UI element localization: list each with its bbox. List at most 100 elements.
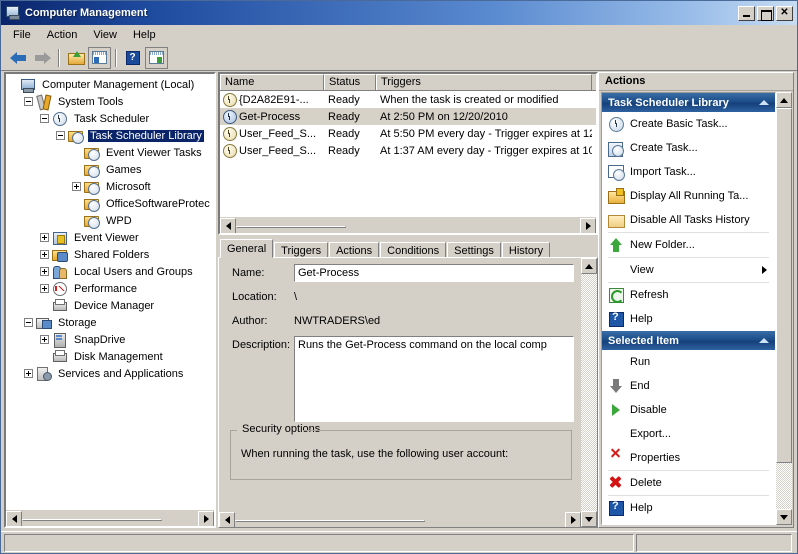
- task-list-scroll-left-button[interactable]: [220, 217, 236, 233]
- table-row[interactable]: User_Feed_S... Ready At 5:50 PM every day …: [220, 125, 596, 142]
- action-item-export[interactable]: Export...: [602, 422, 775, 446]
- action-item-refresh[interactable]: Refresh: [602, 283, 775, 307]
- actions-section-header-selected-item[interactable]: Selected Item: [602, 331, 775, 350]
- menu-view[interactable]: View: [85, 27, 125, 43]
- action-item-disable-all-tasks-history[interactable]: Disable All Tasks History: [602, 208, 775, 232]
- tree-item-disk-management[interactable]: Disk Management: [6, 348, 214, 365]
- tree-item-services-and-applications[interactable]: Services and Applications: [6, 365, 214, 382]
- tree-item-shared-folders[interactable]: Shared Folders: [6, 246, 214, 263]
- chevron-up-icon[interactable]: [759, 100, 769, 105]
- actions-scroll-down-button[interactable]: [776, 509, 792, 525]
- chevron-up-icon[interactable]: [759, 338, 769, 343]
- action-item-run[interactable]: Run: [602, 350, 775, 374]
- tree-item-performance[interactable]: Performance: [6, 280, 214, 297]
- detail-horizontal-scrollbar[interactable]: [219, 511, 581, 527]
- security-options-title: Security options: [239, 423, 324, 435]
- close-button[interactable]: ✕: [776, 5, 793, 21]
- description-field[interactable]: Runs the Get-Process command on the loca…: [294, 336, 574, 422]
- forward-button[interactable]: [31, 47, 54, 69]
- tree-item-snapdrive[interactable]: SnapDrive: [6, 331, 214, 348]
- menu-action[interactable]: Action: [39, 27, 86, 43]
- tree-horizontal-scrollbar[interactable]: [6, 510, 214, 526]
- expand-plus-icon[interactable]: [40, 335, 49, 344]
- console-tree[interactable]: Computer Management (Local) System Tools T…: [6, 74, 214, 510]
- action-item-end[interactable]: End: [602, 374, 775, 398]
- column-header-name[interactable]: Name: [220, 74, 324, 90]
- task-list-scroll-right-button[interactable]: [580, 217, 596, 233]
- expand-plus-icon[interactable]: [72, 182, 81, 191]
- tree-item-device-manager[interactable]: Device Manager: [6, 297, 214, 314]
- detail-scroll-down-button[interactable]: [581, 511, 597, 527]
- actions-scroll-up-button[interactable]: [776, 92, 792, 108]
- back-button[interactable]: [7, 47, 30, 69]
- action-item-view[interactable]: View: [602, 258, 775, 282]
- action-item-create-task[interactable]: Create Task...: [602, 136, 775, 160]
- minimize-button[interactable]: [738, 5, 755, 21]
- action-item-help[interactable]: Help: [602, 496, 775, 520]
- expand-plus-icon[interactable]: [40, 250, 49, 259]
- name-field[interactable]: Get-Process: [294, 264, 574, 282]
- up-one-level-button[interactable]: [64, 47, 87, 69]
- detail-scroll-track[interactable]: [581, 274, 597, 511]
- action-icon-placeholder: [608, 354, 624, 370]
- tree-item-wpd[interactable]: WPD: [6, 212, 214, 229]
- collapse-minus-icon[interactable]: [40, 114, 49, 123]
- tree-item-microsoft[interactable]: Microsoft: [6, 178, 214, 195]
- menu-help[interactable]: Help: [125, 27, 164, 43]
- expand-plus-icon[interactable]: [40, 267, 49, 276]
- actions-scroll-thumb[interactable]: [776, 108, 792, 463]
- actions-vertical-scrollbar[interactable]: [776, 92, 792, 525]
- tree-item-task-scheduler[interactable]: Task Scheduler: [6, 110, 214, 127]
- action-item-delete[interactable]: Delete: [602, 471, 775, 495]
- detail-scroll-left-button[interactable]: [219, 511, 235, 527]
- tree-item-event-viewer[interactable]: Event Viewer: [6, 229, 214, 246]
- action-item-help[interactable]: Help: [602, 307, 775, 331]
- maximize-button[interactable]: [757, 5, 774, 21]
- column-header-triggers[interactable]: Triggers: [376, 74, 592, 90]
- actions-scroll-track[interactable]: [776, 108, 792, 509]
- expand-plus-icon[interactable]: [40, 284, 49, 293]
- task-list-scroll-thumb[interactable]: [236, 225, 346, 228]
- tree-item-local-users-and-groups[interactable]: Local Users and Groups: [6, 263, 214, 280]
- table-row[interactable]: Get-Process Ready At 2:50 PM on 12/20/2010: [220, 108, 596, 125]
- detail-hscroll-thumb[interactable]: [235, 519, 425, 522]
- tree-scroll-thumb[interactable]: [22, 518, 162, 521]
- detail-scroll-right-button[interactable]: [565, 511, 581, 527]
- detail-scroll-up-button[interactable]: [581, 258, 597, 274]
- detail-tabs[interactable]: General Triggers Actions Conditions Settings…: [218, 239, 598, 259]
- detail-vertical-scrollbar[interactable]: [581, 258, 597, 527]
- action-item-create-basic-task[interactable]: Create Basic Task...: [602, 112, 775, 136]
- action-item-new-folder[interactable]: New Folder...: [602, 233, 775, 257]
- column-header-status[interactable]: Status: [324, 74, 376, 90]
- menu-file[interactable]: File: [5, 27, 39, 43]
- collapse-minus-icon[interactable]: [24, 318, 33, 327]
- tree-item-task-scheduler-library[interactable]: Task Scheduler Library: [6, 127, 214, 144]
- tree-item-games[interactable]: Games: [6, 161, 214, 178]
- help-button[interactable]: ?: [121, 47, 144, 69]
- tree-item-system-tools[interactable]: System Tools: [6, 93, 214, 110]
- status-panel-secondary: [636, 533, 792, 552]
- table-row[interactable]: {D2A82E91-... Ready When the task is creat…: [220, 91, 596, 108]
- collapse-minus-icon[interactable]: [24, 97, 33, 106]
- collapse-minus-icon[interactable]: [56, 131, 65, 140]
- actions-list[interactable]: Task Scheduler Library Create Basic Task.…: [601, 92, 776, 525]
- action-item-display-all-running-ta[interactable]: Display All Running Ta...: [602, 184, 775, 208]
- expand-plus-icon[interactable]: [40, 233, 49, 242]
- task-list-body[interactable]: {D2A82E91-... Ready When the task is creat…: [220, 91, 596, 217]
- tree-item-officesoftwareprotec[interactable]: OfficeSoftwareProtec: [6, 195, 214, 212]
- tree-item-storage[interactable]: Storage: [6, 314, 214, 331]
- show-hide-action-pane-button[interactable]: [145, 46, 168, 69]
- expand-plus-icon[interactable]: [24, 369, 33, 378]
- action-item-disable[interactable]: Disable: [602, 398, 775, 422]
- tree-item-computer-management-local[interactable]: Computer Management (Local): [6, 76, 214, 93]
- action-item-properties[interactable]: Properties: [602, 446, 775, 470]
- task-list-horizontal-scrollbar[interactable]: [220, 217, 596, 233]
- tree-scroll-right-button[interactable]: [198, 510, 214, 526]
- table-row[interactable]: User_Feed_S... Ready At 1:37 AM every day …: [220, 142, 596, 159]
- show-hide-console-tree-button[interactable]: [88, 46, 111, 69]
- tab-general[interactable]: General: [220, 239, 274, 258]
- tree-scroll-left-button[interactable]: [6, 510, 22, 526]
- tree-item-event-viewer-tasks[interactable]: Event Viewer Tasks: [6, 144, 214, 161]
- action-item-import-task[interactable]: Import Task...: [602, 160, 775, 184]
- actions-section-header-task-scheduler-library[interactable]: Task Scheduler Library: [602, 93, 775, 112]
